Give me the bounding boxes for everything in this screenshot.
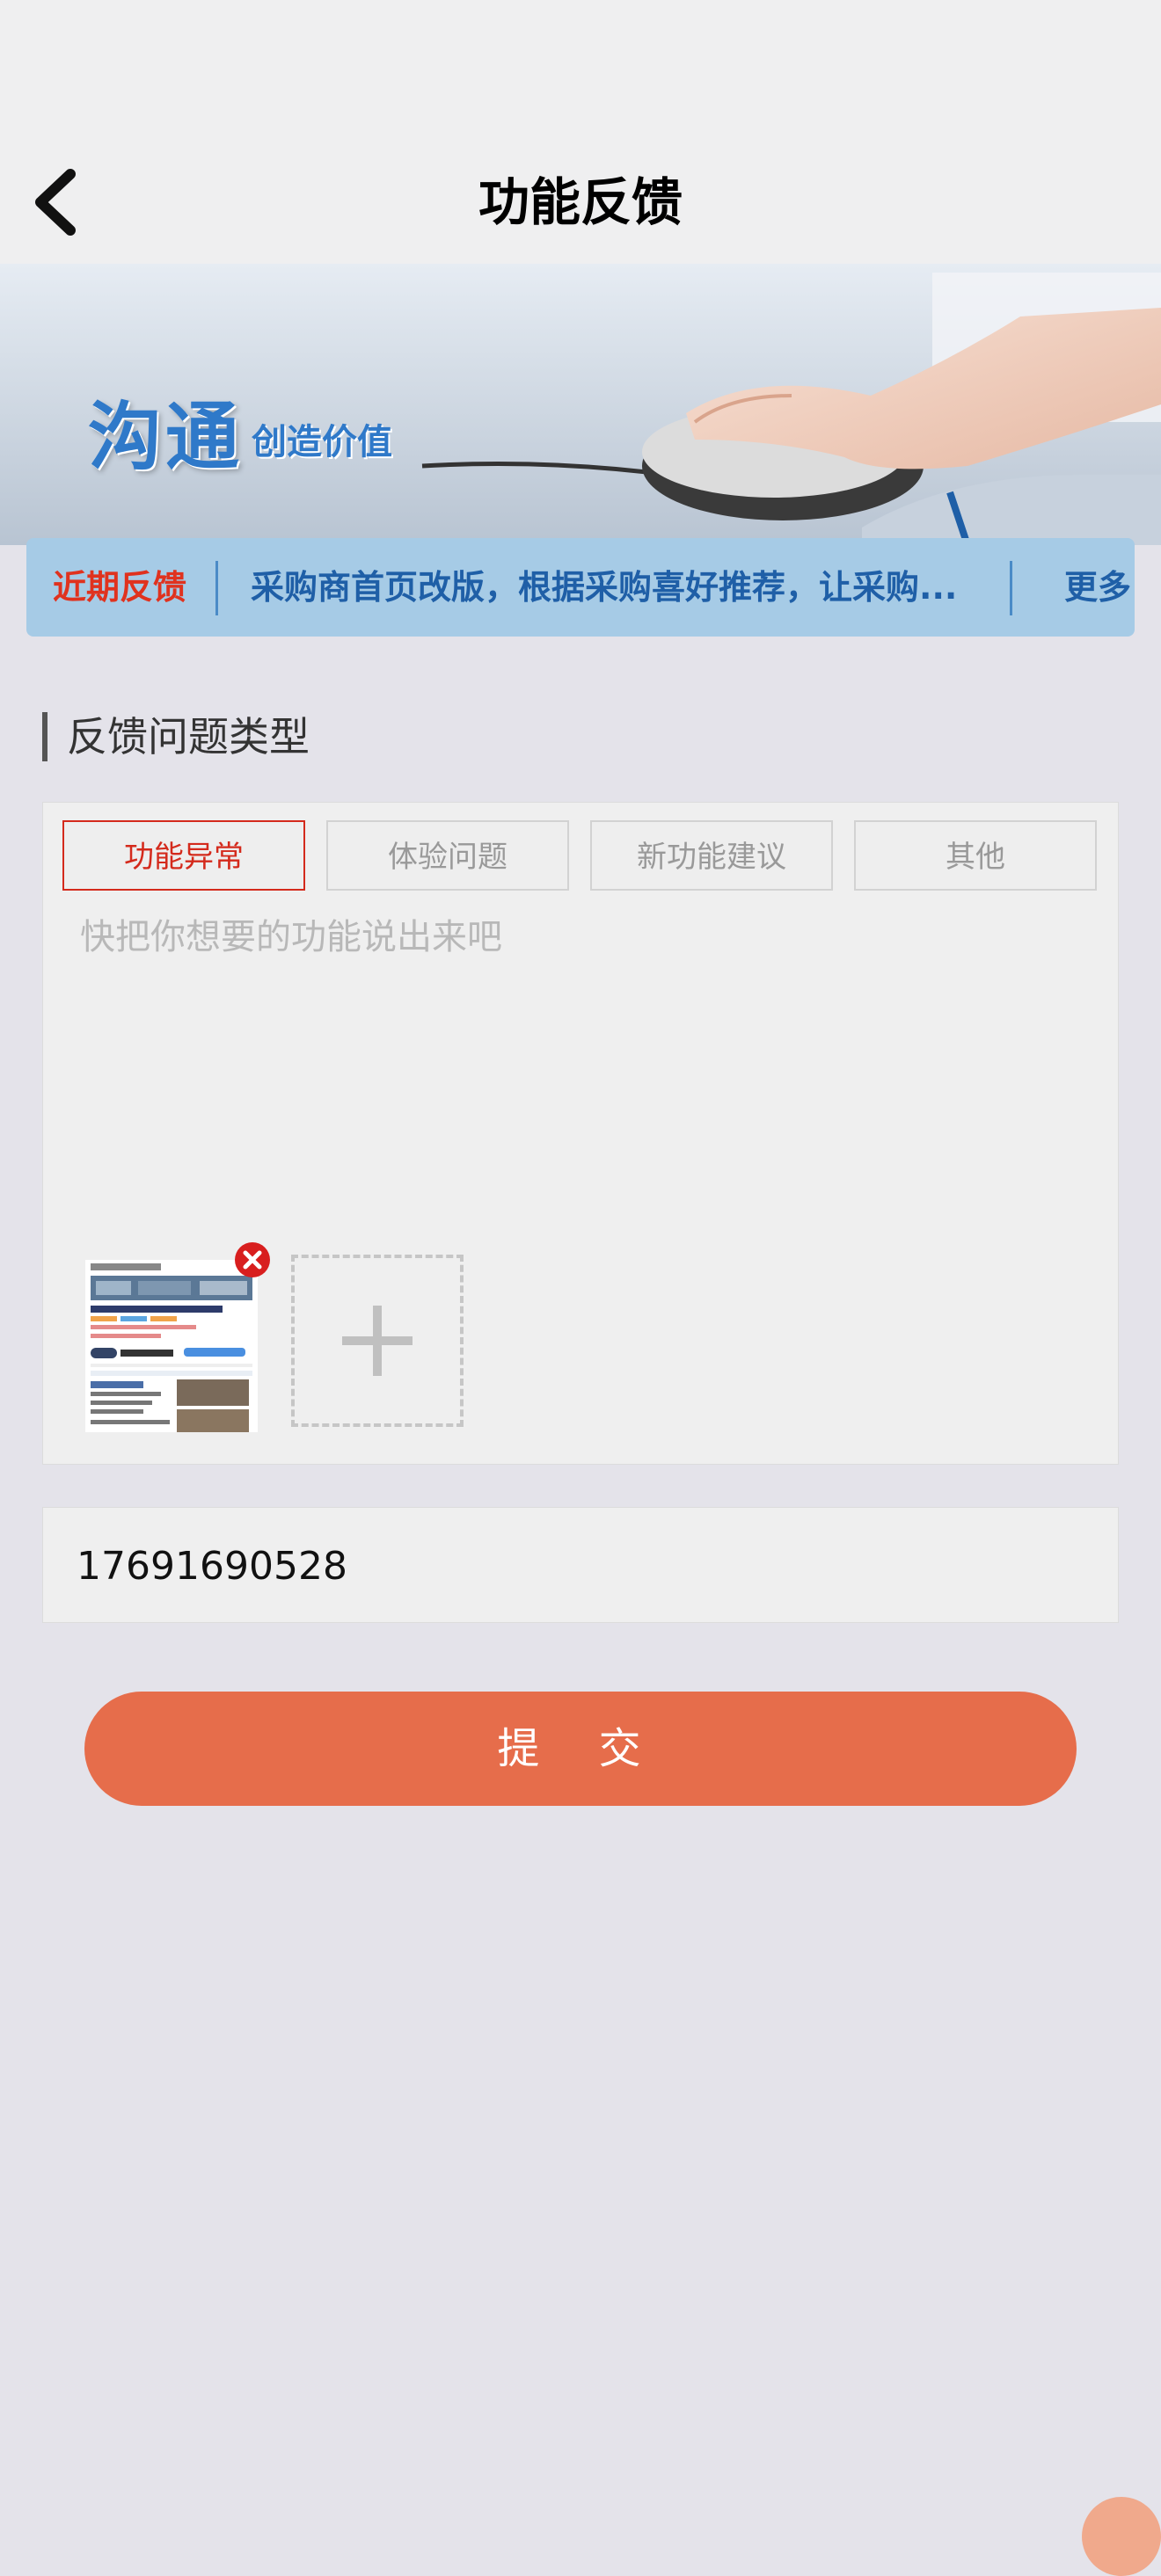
banner-main-text: 沟通 [88, 393, 244, 480]
recent-feedback-tag: 近期反馈 [53, 568, 187, 607]
recent-feedback-text[interactable]: 采购商首页改版，根据采购喜好推荐，让采购... [251, 538, 998, 637]
floating-button-edge[interactable] [1082, 2497, 1161, 2576]
tab-function-error[interactable]: 功能异常 [62, 820, 305, 891]
recent-feedback-bar[interactable]: 近期反馈 采购商首页改版，根据采购喜好推荐，让采购... 更多 [26, 538, 1135, 637]
submit-button[interactable]: 提 交 [84, 1692, 1077, 1806]
divider [215, 561, 218, 615]
page-title: 功能反馈 [478, 172, 683, 232]
close-icon [243, 1250, 262, 1270]
feedback-form: 功能异常 体验问题 新功能建议 其他 [42, 802, 1119, 1465]
feedback-content-input[interactable] [80, 908, 1083, 1084]
attachment-thumbnail[interactable] [85, 1260, 258, 1432]
remove-attachment-button[interactable] [235, 1242, 270, 1277]
banner-image: 沟通 创造价值 [0, 264, 1161, 545]
more-link[interactable]: 更多 [1064, 538, 1131, 637]
plus-icon [342, 1306, 413, 1376]
screenshot-thumbnail-image [85, 1260, 258, 1432]
section-title: 反馈问题类型 [42, 712, 310, 761]
tab-experience-issue[interactable]: 体验问题 [326, 820, 569, 891]
banner-sub-text: 创造价值 [252, 422, 392, 462]
divider [1010, 561, 1012, 615]
tab-other[interactable]: 其他 [854, 820, 1097, 891]
contact-phone-input[interactable] [75, 1508, 1090, 1624]
nav-bar: 功能反馈 [0, 0, 1161, 264]
add-image-button[interactable] [291, 1255, 464, 1427]
contact-field-container [42, 1507, 1119, 1624]
tab-new-feature-suggestion[interactable]: 新功能建议 [590, 820, 833, 891]
